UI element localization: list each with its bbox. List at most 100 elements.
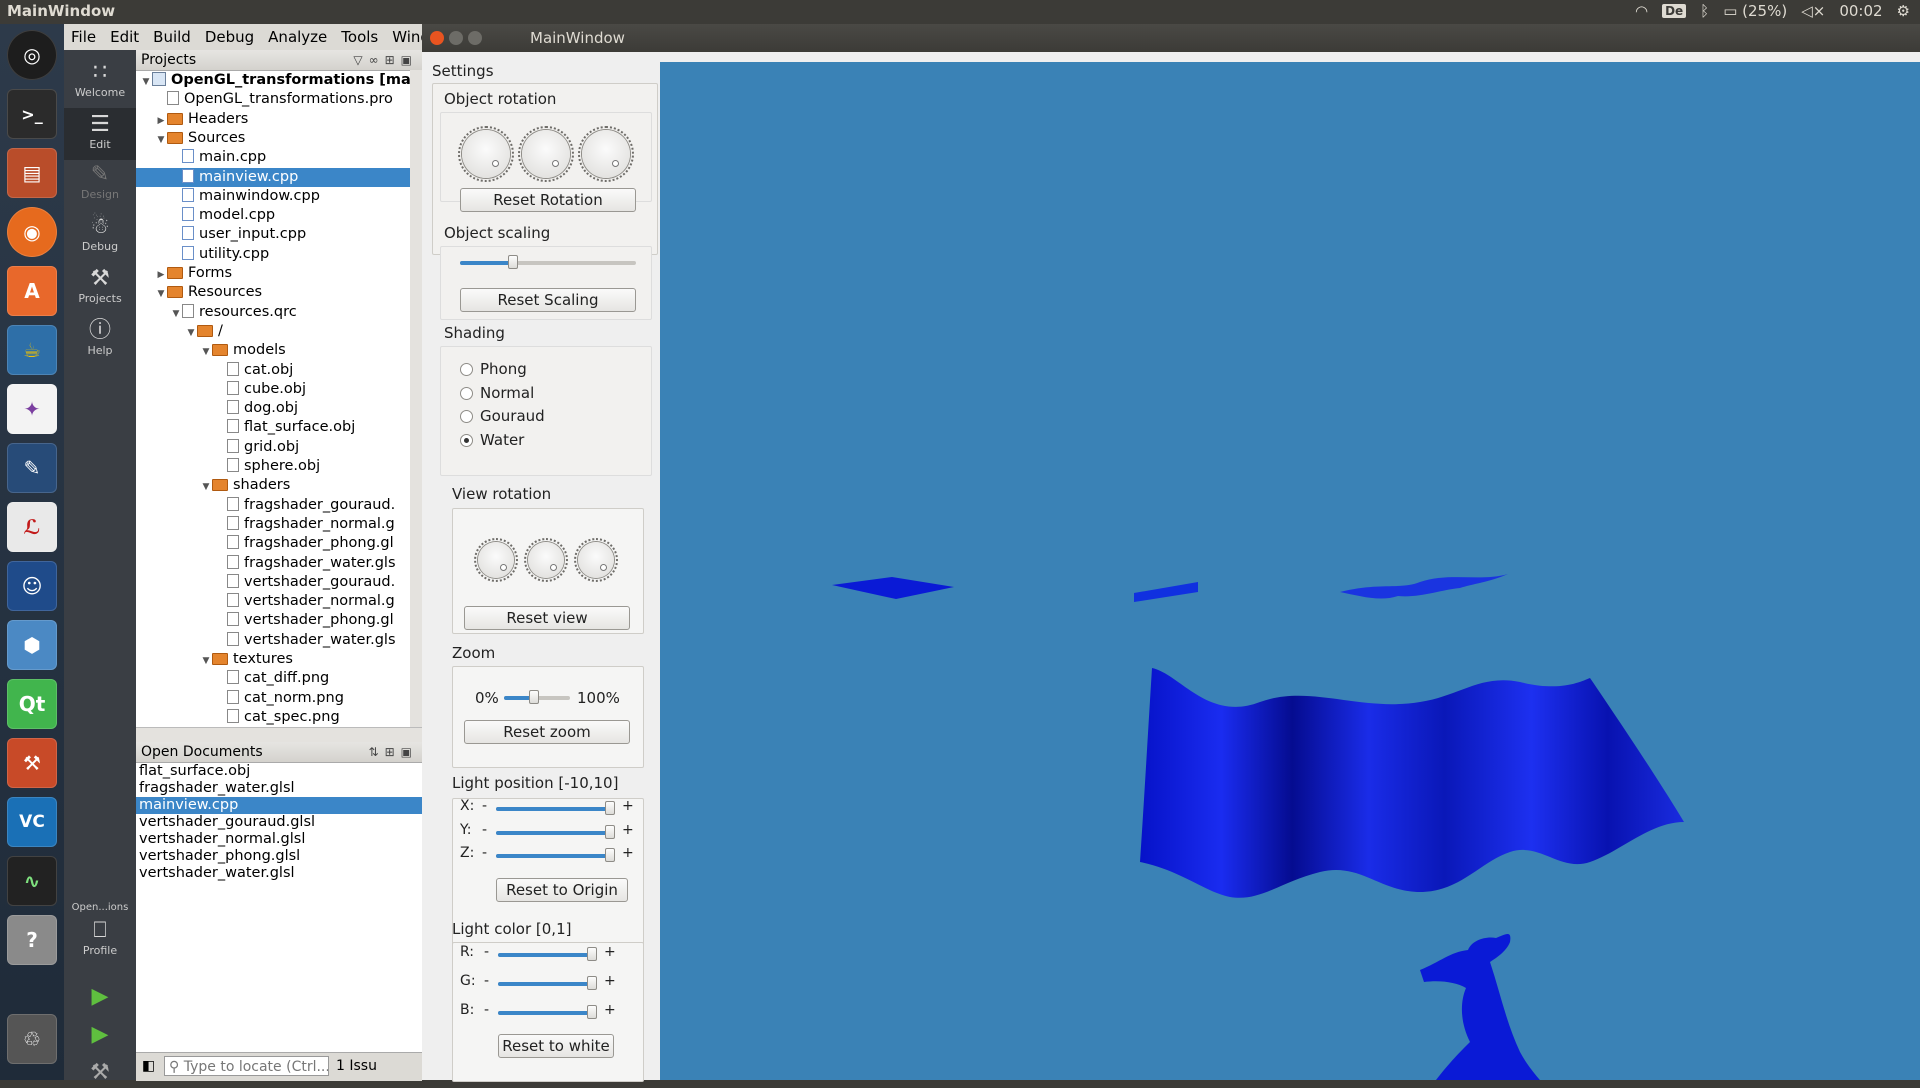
expanded-arrow-icon[interactable]: ▼ [155, 285, 167, 302]
vscode-icon[interactable]: VC [7, 797, 57, 847]
shading-radio-water[interactable] [460, 433, 473, 447]
light-position-slider-1[interactable] [496, 824, 615, 839]
battery-indicator[interactable]: ▭ (25%) [1723, 2, 1787, 20]
mode-help[interactable]: ⓘ Help [64, 318, 136, 357]
open-sessions-selector[interactable]: Open...ions [64, 902, 136, 913]
open-document-item[interactable]: vertshader_normal.glsl [136, 831, 422, 848]
light-position-slider-2[interactable] [496, 848, 615, 862]
minimize-window-button[interactable] [449, 31, 463, 45]
reset-to-origin-button[interactable]: Reset to Origin [496, 878, 628, 902]
reset-rotation-button[interactable]: Reset Rotation [460, 188, 636, 212]
menu-edit[interactable]: Edit [103, 28, 146, 46]
mode-debug[interactable]: ☃ Debug [64, 214, 136, 253]
gnome-game-icon[interactable]: ☺ [7, 561, 57, 611]
tree-item[interactable]: model.cpp [136, 206, 456, 225]
teapot-app-icon[interactable]: ☕ [7, 325, 57, 375]
tree-item[interactable]: OpenGL_transformations.pro [136, 90, 441, 109]
object-scaling-slider[interactable] [460, 255, 636, 269]
ubuntu-dash-icon[interactable]: ◎ [7, 30, 57, 80]
shading-option-label[interactable]: Water [480, 431, 524, 449]
wifi-icon[interactable]: ◠ [1635, 2, 1648, 20]
terminal-icon[interactable]: >_ [7, 89, 57, 139]
slider-handle[interactable] [605, 824, 615, 839]
shading-radio-gouraud[interactable] [460, 410, 473, 423]
object-rotation-x-dial[interactable] [458, 126, 514, 182]
split-icon[interactable]: ⊞ [385, 745, 401, 759]
shading-option-label[interactable]: Phong [480, 360, 527, 378]
tree-item[interactable]: ▶ Headers [136, 110, 441, 129]
expanded-arrow-icon[interactable]: ▼ [140, 73, 152, 90]
slider-handle[interactable] [605, 848, 615, 862]
clock[interactable]: 00:02 [1839, 2, 1882, 20]
close-pane-icon[interactable]: ▣ [401, 745, 418, 759]
pane-toolbar[interactable]: ⇅⊞▣ [369, 742, 418, 762]
split-icon[interactable]: ⊞ [385, 53, 401, 67]
help-icon[interactable]: ? [7, 915, 57, 965]
shading-radio-phong[interactable] [460, 363, 473, 376]
shading-option-label[interactable]: Normal [480, 384, 534, 402]
slider-handle[interactable] [587, 947, 597, 961]
light-position-slider-0[interactable] [496, 801, 615, 815]
locator-input[interactable]: ⚲ Type to locate (Ctrl... [164, 1056, 329, 1076]
inkscape-icon[interactable]: ✦ [7, 384, 57, 434]
pdf-viewer-icon[interactable]: ℒ [7, 502, 57, 552]
opengl-viewport[interactable] [660, 62, 1920, 1080]
open-document-item[interactable]: vertshader_water.glsl [136, 865, 422, 882]
pane-toolbar[interactable]: ▽∞⊞▣ [353, 50, 418, 70]
software-center-icon[interactable]: A [7, 266, 57, 316]
expanded-arrow-icon[interactable]: ▼ [200, 478, 212, 495]
toggle-sidebar-icon[interactable]: ◧ [142, 1058, 155, 1074]
tree-item[interactable]: ▼ OpenGL_transformations [maste [136, 71, 426, 90]
tree-vertical-scrollbar[interactable] [410, 70, 422, 728]
open-document-item[interactable]: flat_surface.obj [136, 763, 422, 780]
tree-item[interactable]: utility.cpp [136, 245, 456, 264]
virtualbox-icon[interactable]: ⬢ [7, 620, 57, 670]
slider-handle[interactable] [528, 690, 539, 704]
sort-icon[interactable]: ⇅ [369, 745, 385, 759]
tree-item[interactable]: main.cpp [136, 148, 456, 167]
tree-item[interactable]: user_input.cpp [136, 225, 456, 244]
build-hammer-icon[interactable]: ⚒ [86, 1060, 114, 1088]
zoom-slider[interactable] [504, 690, 570, 704]
filter-icon[interactable]: ▽ [353, 53, 368, 67]
light-color-slider-1[interactable] [498, 976, 597, 990]
debug-run-icon[interactable]: ▶ [86, 1022, 114, 1050]
issues-tab[interactable]: 1 Issu [336, 1058, 377, 1074]
open-document-item[interactable]: vertshader_phong.glsl [136, 848, 422, 865]
light-color-slider-0[interactable] [498, 947, 597, 961]
files-icon[interactable]: ▤ [7, 148, 57, 198]
tree-item[interactable]: ▼ Sources [136, 129, 441, 148]
shading-option-label[interactable]: Gouraud [480, 407, 545, 425]
tree-horizontal-scrollbar[interactable] [136, 727, 422, 742]
maximize-window-button[interactable] [468, 31, 482, 45]
mode-welcome[interactable]: ∷ Welcome [64, 60, 136, 99]
expanded-arrow-icon[interactable]: ▼ [200, 652, 212, 669]
object-rotation-z-dial[interactable] [578, 126, 634, 182]
collapsed-arrow-icon[interactable]: ▶ [155, 112, 167, 129]
light-color-slider-2[interactable] [498, 1005, 597, 1019]
open-document-item[interactable]: vertshader_gouraud.glsl [136, 814, 422, 831]
slider-handle[interactable] [605, 801, 615, 815]
bluetooth-icon[interactable]: ᛒ [1700, 2, 1709, 20]
qt-creator-icon[interactable]: Qt [7, 679, 57, 729]
firefox-icon[interactable]: ◉ [7, 207, 57, 257]
mode-edit[interactable]: ☰ Edit [64, 108, 136, 160]
reset-view-button[interactable]: Reset view [464, 606, 630, 630]
tree-item[interactable]: mainwindow.cpp [136, 187, 456, 206]
reset-to-white-button[interactable]: Reset to white [498, 1034, 614, 1058]
menu-build[interactable]: Build [146, 28, 198, 46]
menu-debug[interactable]: Debug [198, 28, 261, 46]
tree-item[interactable]: ▶ Forms [136, 264, 441, 283]
tree-item[interactable]: mainview.cpp [136, 167, 456, 187]
tree-item[interactable]: ▼ resources.qrc [136, 303, 456, 322]
slider-handle[interactable] [507, 255, 518, 269]
system-monitor-icon[interactable]: ∿ [7, 856, 57, 906]
menu-window[interactable]: Wind [385, 28, 422, 46]
volume-mute-icon[interactable]: ◁× [1801, 2, 1825, 20]
libreoffice-draw-icon[interactable]: ✎ [7, 443, 57, 493]
settings-gear-icon[interactable]: ⚙ [1897, 2, 1910, 20]
object-rotation-y-dial[interactable] [518, 126, 574, 182]
expanded-arrow-icon[interactable]: ▼ [155, 131, 167, 148]
shading-radio-normal[interactable] [460, 386, 473, 400]
slider-handle[interactable] [587, 1005, 597, 1019]
